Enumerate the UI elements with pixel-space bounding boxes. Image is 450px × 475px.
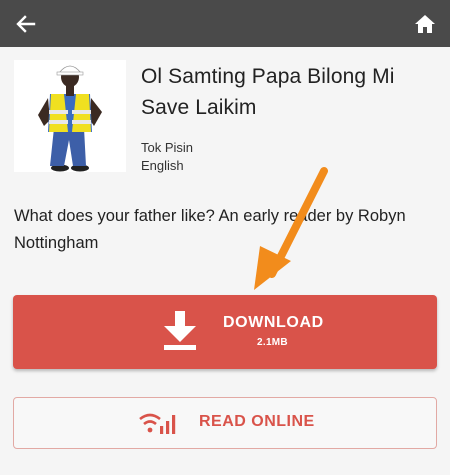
top-app-bar [0,0,450,47]
book-title: Ol Samting Papa Bilong Mi Save Laikim [141,65,395,119]
home-button[interactable] [408,7,442,41]
language-secondary: English [141,158,184,173]
download-label: DOWNLOAD [223,314,324,331]
arrow-left-icon [16,15,36,33]
download-size: 2.1MB [257,337,288,348]
back-button[interactable] [10,8,42,40]
language-primary: Tok Pisin [141,140,194,155]
download-button[interactable]: DOWNLOAD 2.1MB [13,295,437,369]
book-cover-image [14,60,126,172]
signal-icon [139,413,176,434]
download-icon [164,311,196,350]
home-icon [415,15,435,33]
read-online-button[interactable]: READ ONLINE [13,397,437,449]
read-online-label: READ ONLINE [199,413,315,430]
book-description: What does your father like? An early rea… [14,207,406,252]
